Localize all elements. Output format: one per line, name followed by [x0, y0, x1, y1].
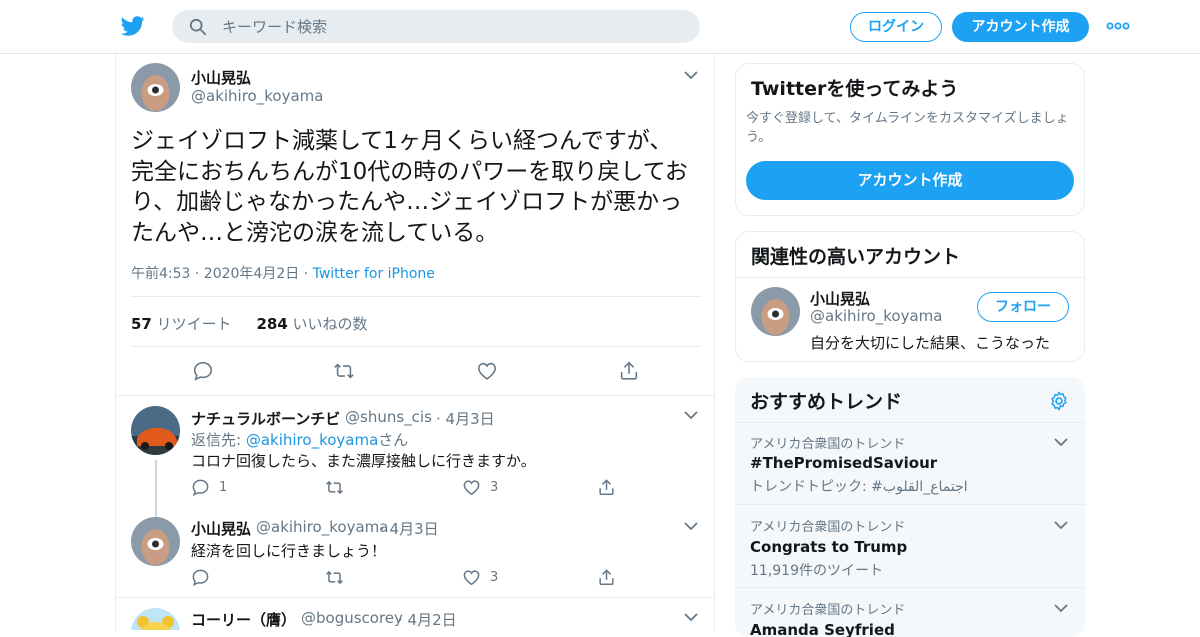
reply-author-name[interactable]: 小山晃弘	[191, 518, 251, 539]
avatar[interactable]	[131, 406, 180, 455]
reply-to-label: 返信先:	[191, 431, 246, 449]
avatar[interactable]	[131, 517, 180, 566]
signup-card: Twitterを使ってみよう 今すぐ登録して、タイムラインをカスタマイズしましょ…	[735, 63, 1085, 216]
avatar-image	[131, 406, 180, 455]
chevron-down-icon[interactable]	[1054, 603, 1068, 613]
avatar[interactable]	[751, 287, 800, 336]
reply-author-handle[interactable]: @shuns_cis	[345, 408, 432, 426]
chevron-down-icon[interactable]	[684, 612, 698, 622]
divider	[131, 296, 701, 297]
top-bar: ログイン アカウント作成	[0, 0, 1200, 54]
login-button[interactable]: ログイン	[850, 12, 942, 42]
retweet-icon[interactable]	[325, 568, 344, 587]
reply-date[interactable]: · 4月3日	[436, 408, 495, 429]
share-icon[interactable]	[597, 568, 616, 587]
reply-text: 経済を回しに行きましょう！	[191, 542, 387, 560]
divider	[116, 597, 714, 598]
chevron-down-icon[interactable]	[684, 521, 698, 531]
trend-item[interactable]: アメリカ合衆国のトレンド #ThePromisedSaviour トレンドトピッ…	[735, 422, 1085, 504]
divider	[131, 346, 701, 347]
tweet-stats: 57 リツイート 284 いいねの数	[131, 313, 368, 334]
reply-author-handle[interactable]: @akihiro_koyama	[256, 518, 388, 536]
like-label: いいねの数	[292, 315, 368, 333]
trend-item[interactable]: アメリカ合衆国のトレンド Congrats to Trump 11,919件のツ…	[735, 504, 1085, 587]
chevron-down-icon[interactable]	[684, 410, 698, 420]
like-icon[interactable]	[476, 360, 498, 382]
related-handle[interactable]: @akihiro_koyama	[810, 307, 942, 325]
search-icon	[189, 18, 207, 36]
trend-subtext: トレンドトピック: #اجتماع_القلوب	[750, 479, 968, 495]
tweet-timestamp[interactable]: 午前4:53 · 2020年4月2日	[131, 266, 299, 282]
reply-to: 返信先: @akihiro_koyamaさん	[191, 429, 408, 450]
divider	[116, 395, 714, 396]
avatar-image	[131, 608, 180, 630]
avatar-image	[131, 517, 180, 566]
tweet-meta: 午前4:53 · 2020年4月2日 · Twitter for iPhone	[131, 263, 435, 283]
avatar-image	[131, 63, 180, 112]
search-input[interactable]	[222, 10, 682, 43]
search-bar[interactable]	[172, 10, 700, 43]
trends-title: おすすめトレンド	[750, 391, 903, 413]
tweet-source-link[interactable]: Twitter for iPhone	[313, 266, 435, 282]
reply-author-name[interactable]: コーリー（膺）	[191, 609, 296, 630]
reply-text: コロナ回復したら、また濃厚接触しに行きますか。	[191, 452, 536, 470]
like-count: 3	[490, 480, 499, 495]
related-title: 関連性の高いアカウント	[751, 246, 961, 268]
reply-to-suffix: さん	[378, 431, 409, 449]
avatar-image	[751, 287, 800, 336]
author-name[interactable]: 小山晃弘	[191, 67, 251, 88]
follow-button[interactable]: フォロー	[977, 292, 1069, 322]
avatar[interactable]	[131, 63, 180, 112]
reply-date[interactable]: · 4月2日	[398, 609, 457, 630]
related-name[interactable]: 小山晃弘	[810, 288, 870, 309]
trend-name[interactable]: Amanda Seyfried	[750, 621, 895, 637]
reply-author-handle[interactable]: @boguscorey	[301, 609, 403, 627]
main-timeline: 小山晃弘 @akihiro_koyama ジェイゾロフト減薬して1ヶ月くらい経つ…	[115, 54, 715, 630]
reply-date[interactable]: · 4月3日	[380, 518, 439, 539]
trend-category: アメリカ合衆国のトレンド	[750, 520, 906, 535]
divider	[736, 277, 1084, 278]
trend-name[interactable]: #ThePromisedSaviour	[750, 454, 937, 472]
trend-category: アメリカ合衆国のトレンド	[750, 437, 906, 452]
retweet-count: 57	[131, 315, 152, 333]
avatar[interactable]	[131, 608, 180, 630]
share-icon[interactable]	[618, 360, 640, 382]
more-options-icon[interactable]	[1106, 18, 1130, 34]
retweet-label: リツイート	[156, 315, 232, 333]
tweet-text: ジェイゾロフト減薬して1ヶ月くらい経つんですが、完全におちんちんが10代の時のパ…	[131, 128, 688, 246]
trend-name[interactable]: Congrats to Trump	[750, 538, 907, 556]
retweet-stat[interactable]: 57 リツイート	[131, 315, 232, 333]
related-accounts-card: 関連性の高いアカウント 小山晃弘 @akihiro_koyama フォロー 自分…	[735, 231, 1085, 362]
retweet-icon[interactable]	[333, 360, 355, 382]
signup-card-desc: 今すぐ登録して、タイムラインをカスタマイズしましょう。	[746, 111, 1069, 145]
share-icon[interactable]	[597, 478, 616, 497]
like-count: 3	[490, 570, 499, 585]
signup-button[interactable]: アカウント作成	[952, 12, 1089, 42]
retweet-icon[interactable]	[325, 478, 344, 497]
trend-category: アメリカ合衆国のトレンド	[750, 603, 906, 618]
like-count: 284	[256, 315, 288, 333]
reply-count: 1	[219, 480, 228, 495]
reply-icon[interactable]	[191, 478, 210, 497]
twitter-logo-icon[interactable]	[120, 14, 146, 38]
chevron-down-icon[interactable]	[1054, 437, 1068, 447]
author-handle[interactable]: @akihiro_koyama	[191, 87, 323, 105]
like-stat[interactable]: 284 いいねの数	[256, 315, 367, 333]
reply-to-handle[interactable]: @akihiro_koyama	[246, 431, 378, 449]
gear-icon[interactable]	[1048, 390, 1070, 412]
chevron-down-icon[interactable]	[1054, 520, 1068, 530]
trend-subtext: 11,919件のツイート	[750, 563, 883, 579]
reply-icon[interactable]	[192, 360, 214, 382]
signup-card-title: Twitterを使ってみよう	[751, 78, 959, 100]
like-icon[interactable]	[462, 478, 481, 497]
reply-author-name[interactable]: ナチュラルボーンチビ	[191, 408, 340, 429]
related-bio: 自分を大切にした結果、こうなった	[810, 334, 1051, 352]
reply-icon[interactable]	[191, 568, 210, 587]
meta-separator: ·	[299, 266, 313, 282]
signup-card-button[interactable]: アカウント作成	[746, 161, 1074, 200]
trends-card: おすすめトレンド アメリカ合衆国のトレンド #ThePromisedSaviou…	[735, 377, 1085, 637]
chevron-down-icon[interactable]	[684, 70, 698, 80]
like-icon[interactable]	[462, 568, 481, 587]
